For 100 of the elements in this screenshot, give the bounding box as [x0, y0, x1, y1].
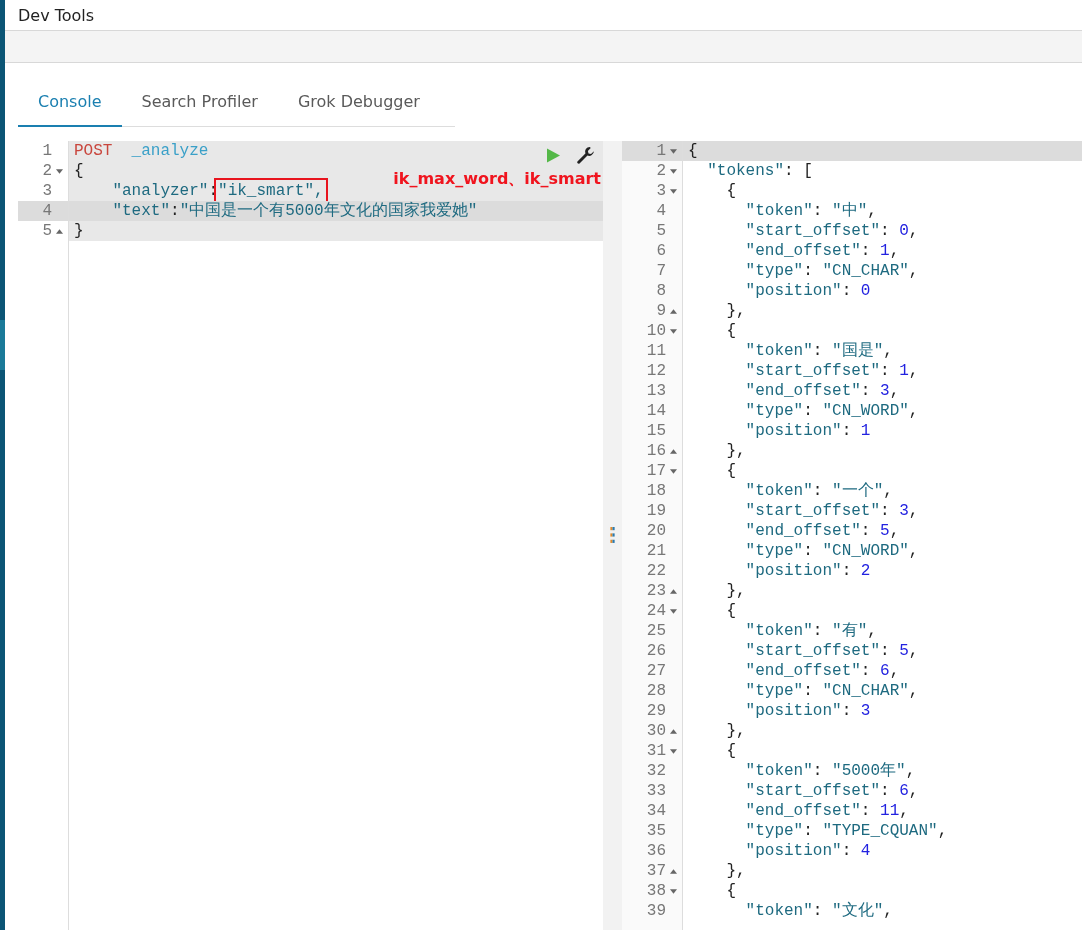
code-line: "end_offset": 5, — [744, 521, 901, 541]
code-line: "position": 4 — [744, 841, 872, 861]
caret-down-icon[interactable] — [669, 888, 677, 894]
code-line: "position": 0 — [744, 281, 872, 301]
line-number: 24 — [646, 601, 666, 621]
code-line: "type": "TYPE_CQUAN", — [744, 821, 949, 841]
line-number: 3 — [656, 181, 666, 201]
code-line: "token": "文化", — [744, 901, 894, 921]
line-number: 16 — [646, 441, 666, 461]
line-number: 37 — [646, 861, 666, 881]
annotation-text: ik_max_word、ik_smart — [393, 169, 601, 190]
line-number: 28 — [646, 681, 666, 701]
resize-handle-icon[interactable] — [610, 527, 615, 544]
line-number: 5 — [656, 221, 666, 241]
line-number: 31 — [646, 741, 666, 761]
code-line: { — [725, 881, 737, 901]
code-line: { — [725, 461, 737, 481]
caret-down-icon[interactable] — [669, 188, 677, 194]
code-line: "start_offset": 3, — [744, 501, 920, 521]
code-line: "position": 2 — [744, 561, 872, 581]
code-line: "end_offset": 6, — [744, 661, 901, 681]
tab[interactable]: Search Profiler — [121, 80, 278, 127]
line-number: 21 — [646, 541, 666, 561]
caret-up-icon[interactable] — [669, 868, 677, 874]
tab[interactable]: Console — [18, 80, 122, 127]
line-number: 34 — [646, 801, 666, 821]
caret-down-icon[interactable] — [669, 328, 677, 334]
line-number: 2 — [42, 161, 52, 181]
caret-down-icon[interactable] — [669, 148, 677, 154]
code-line: "tokens": [ — [706, 161, 814, 181]
line-number: 11 — [646, 341, 666, 361]
caret-down-icon[interactable] — [669, 748, 677, 754]
code-line: "type": "CN_CHAR", — [744, 681, 920, 701]
line-number: 13 — [646, 381, 666, 401]
line-number: 5 — [42, 221, 52, 241]
caret-up-icon[interactable] — [669, 588, 677, 594]
line-number: 8 — [656, 281, 666, 301]
line-number: 4 — [42, 201, 52, 221]
line-number: 22 — [646, 561, 666, 581]
line-number: 38 — [646, 881, 666, 901]
line-number: 3 — [42, 181, 52, 201]
wrench-icon[interactable] — [576, 146, 595, 165]
code-line: "type": "CN_WORD", — [744, 401, 920, 421]
caret-down-icon[interactable] — [669, 168, 677, 174]
caret-up-icon[interactable] — [669, 308, 677, 314]
line-number: 23 — [646, 581, 666, 601]
line-number: 2 — [656, 161, 666, 181]
caret-down-icon[interactable] — [55, 168, 63, 174]
line-number: 27 — [646, 661, 666, 681]
code-line: "position": 1 — [744, 421, 872, 441]
line-number: 20 — [646, 521, 666, 541]
line-number: 30 — [646, 721, 666, 741]
code-line: }, — [725, 301, 747, 321]
tab[interactable]: Grok Debugger — [277, 80, 440, 127]
line-number: 39 — [646, 901, 666, 921]
code-line: }, — [725, 581, 747, 601]
line-number: 1 — [656, 141, 666, 161]
code-line: { — [725, 601, 737, 621]
line-number: 7 — [656, 261, 666, 281]
code-line: "start_offset": 0, — [744, 221, 920, 241]
code-line: { — [725, 741, 737, 761]
line-number: 12 — [646, 361, 666, 381]
line-number: 15 — [646, 421, 666, 441]
window-title: Dev Tools — [18, 5, 95, 25]
code-line: "start_offset": 6, — [744, 781, 920, 801]
line-number: 32 — [646, 761, 666, 781]
code-line: "end_offset": 3, — [744, 381, 901, 401]
code-line: { — [725, 181, 737, 201]
caret-up-icon[interactable] — [669, 728, 677, 734]
line-number: 35 — [646, 821, 666, 841]
code-line: "type": "CN_CHAR", — [744, 261, 920, 281]
line-number: 26 — [646, 641, 666, 661]
line-number: 1 — [42, 141, 52, 161]
caret-up-icon[interactable] — [55, 228, 63, 234]
line-number: 33 — [646, 781, 666, 801]
code-line: "token": "国是", — [744, 341, 894, 361]
line-number: 4 — [656, 201, 666, 221]
caret-up-icon[interactable] — [669, 448, 677, 454]
code-line: }, — [725, 861, 747, 881]
caret-down-icon[interactable] — [669, 608, 677, 614]
caret-down-icon[interactable] — [669, 468, 677, 474]
line-number: 6 — [656, 241, 666, 261]
line-number: 19 — [646, 501, 666, 521]
line-number: 36 — [646, 841, 666, 861]
code-line: "type": "CN_WORD", — [744, 541, 920, 561]
code-line: "end_offset": 11, — [744, 801, 910, 821]
line-number: 29 — [646, 701, 666, 721]
code-line: }, — [725, 721, 747, 741]
code-line: "token": "中", — [744, 201, 878, 221]
code-line: "position": 3 — [744, 701, 872, 721]
code-line: "token": "有", — [744, 621, 878, 641]
code-line: }, — [725, 441, 747, 461]
code-line: "token": "一个", — [744, 481, 894, 501]
code-line: "start_offset": 1, — [744, 361, 920, 381]
line-number: 25 — [646, 621, 666, 641]
line-number: 10 — [646, 321, 666, 341]
code-line: { — [725, 321, 737, 341]
line-number: 18 — [646, 481, 666, 501]
line-number: 9 — [656, 301, 666, 321]
code-line: "token": "5000年", — [744, 761, 917, 781]
